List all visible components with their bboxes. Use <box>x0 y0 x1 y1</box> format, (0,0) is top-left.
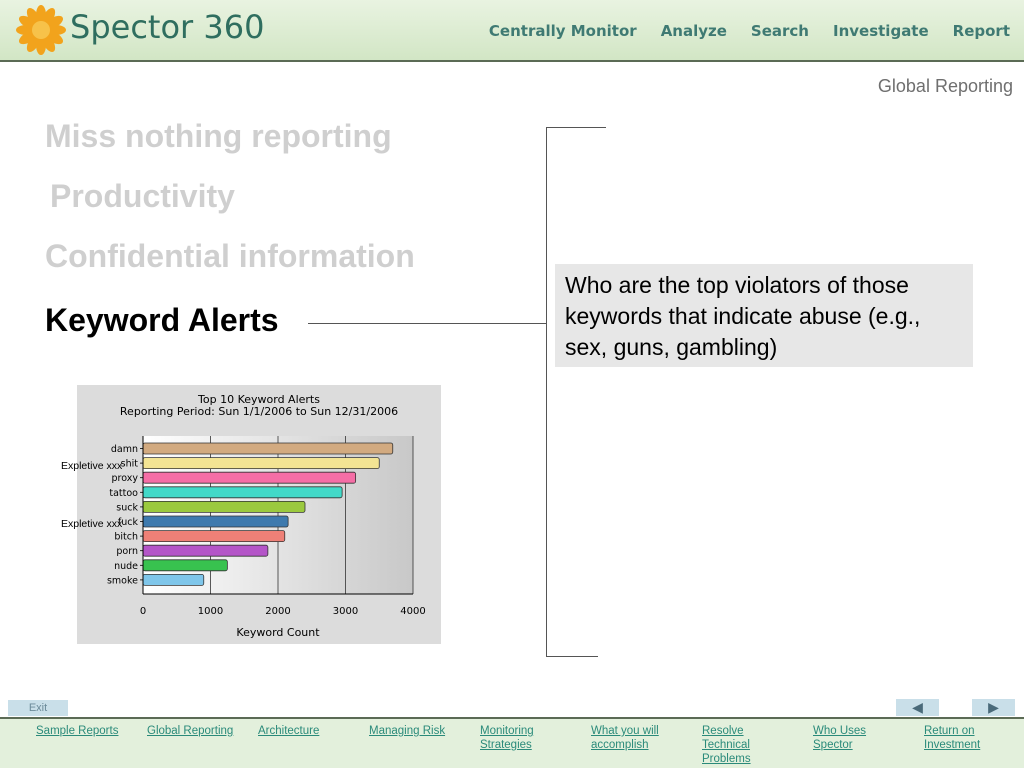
app-logo-text: Spector 360 <box>70 8 265 46</box>
topic-keyword-alerts[interactable]: Keyword Alerts <box>45 302 279 339</box>
prev-slide-button[interactable]: ◀ <box>896 699 939 716</box>
y-tick-label: smoke <box>107 575 138 586</box>
footer-link-global-reporting[interactable]: Global Reporting <box>147 724 233 738</box>
topic-miss-nothing-reporting[interactable]: Miss nothing reporting <box>45 118 392 155</box>
bar-tattoo <box>142 486 343 499</box>
x-tick-label: 4000 <box>400 606 425 617</box>
topic-productivity[interactable]: Productivity <box>50 178 235 215</box>
exit-button[interactable]: Exit <box>8 700 68 716</box>
footer-link-monitoring-strategies[interactable]: Monitoring Strategies <box>480 724 534 752</box>
bar-bitch <box>142 530 286 543</box>
bar-smoke <box>142 573 205 586</box>
y-tick-label: proxy <box>112 473 139 484</box>
nav-centrally-monitor[interactable]: Centrally Monitor <box>489 22 637 40</box>
chart-note-2: Expletive xxx <box>61 518 123 530</box>
bar-fuck <box>142 515 289 528</box>
y-tick-label: damn <box>111 444 138 455</box>
footer-link-who-uses-spector[interactable]: Who Uses Spector <box>813 724 866 752</box>
nav-analyze[interactable]: Analyze <box>661 22 727 40</box>
bar-nude <box>142 559 228 572</box>
y-tick-label: nude <box>114 561 138 572</box>
nav-search[interactable]: Search <box>751 22 809 40</box>
footer-link-resolve-technical-problems[interactable]: Resolve Technical Problems <box>702 724 751 766</box>
x-tick-label: 3000 <box>333 606 358 617</box>
y-tick-label: shit <box>121 459 139 470</box>
bar-shit <box>142 457 380 469</box>
x-tick-label: 0 <box>140 606 146 617</box>
chart-subtitle: Reporting Period: Sun 1/1/2006 to Sun 12… <box>120 405 398 418</box>
bar-damn <box>142 442 394 455</box>
bar-proxy <box>142 471 357 484</box>
bracket-vertical <box>546 127 547 657</box>
top-nav: Centrally Monitor Analyze Search Investi… <box>489 22 1010 40</box>
bar-porn <box>142 544 269 557</box>
footer-link-return-on-investment[interactable]: Return on Investment <box>924 724 980 752</box>
y-tick-label: tattoo <box>109 488 138 499</box>
x-axis-label: Keyword Count <box>236 626 320 639</box>
y-tick-label: porn <box>116 546 138 557</box>
connector-line <box>308 323 547 324</box>
nav-investigate[interactable]: Investigate <box>833 22 929 40</box>
footer-nav: Sample Reports Global Reporting Architec… <box>0 717 1024 768</box>
footer-link-what-you-will-accomplish[interactable]: What you will accomplish <box>591 724 659 752</box>
topic-confidential-information[interactable]: Confidential information <box>45 238 415 275</box>
section-label: Global Reporting <box>877 76 1013 96</box>
keyword-alerts-chart: Top 10 Keyword Alerts Reporting Period: … <box>77 385 441 644</box>
footer-link-sample-reports[interactable]: Sample Reports <box>36 724 118 738</box>
x-tick-label: 1000 <box>198 606 223 617</box>
nav-report[interactable]: Report <box>953 22 1010 40</box>
y-tick-label: bitch <box>114 532 138 543</box>
chart-note-1: Expletive xxx <box>61 460 123 472</box>
app-header: Spector 360 Centrally Monitor Analyze Se… <box>0 0 1024 62</box>
x-tick-label: 2000 <box>265 606 290 617</box>
bar-suck <box>142 501 306 513</box>
footer-link-architecture[interactable]: Architecture <box>258 724 319 738</box>
callout-box: Who are the top violators of those keywo… <box>555 264 973 367</box>
y-tick-label: suck <box>116 502 138 513</box>
bracket-top <box>546 127 606 128</box>
footer-link-managing-risk[interactable]: Managing Risk <box>369 724 445 738</box>
sunflower-logo-icon[interactable] <box>16 4 66 56</box>
next-slide-button[interactable]: ▶ <box>972 699 1015 716</box>
bracket-bottom <box>546 656 598 657</box>
chart-svg: Top 10 Keyword Alerts Reporting Period: … <box>107 393 426 639</box>
